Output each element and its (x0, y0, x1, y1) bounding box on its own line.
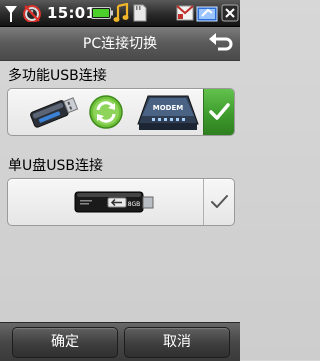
option-label-multifunction-usb: 多功能USB连接 (8, 68, 107, 84)
checkmark-icon (211, 195, 228, 208)
title-bar: PC连接切换 (0, 27, 240, 61)
option-multifunction-usb[interactable]: MODEM (7, 88, 235, 136)
page-title: PC连接切换 (82, 36, 158, 52)
cancel-button[interactable]: 取消 (124, 327, 230, 358)
usb-disk-icon: 8GB (74, 191, 154, 213)
back-arrow-icon (209, 33, 233, 51)
alarm-off-icon (23, 5, 41, 22)
status-time: 15:01 (47, 4, 97, 22)
selected-indicator (203, 89, 234, 135)
mail-icon (176, 5, 194, 21)
unselected-indicator (203, 179, 234, 225)
modem-label: MODEM (153, 104, 184, 112)
disk-capacity-label: 8GB (128, 201, 141, 208)
sd-card-icon (133, 4, 147, 22)
back-button[interactable] (207, 30, 235, 56)
usb-connection-icon (196, 6, 218, 22)
sync-icon (89, 95, 123, 129)
status-bar: 15:01 (0, 0, 240, 27)
bottom-bar: 确定 取消 (0, 322, 240, 361)
modem-icon: MODEM (137, 95, 199, 130)
option-single-udisk-usb[interactable]: 8GB (7, 178, 235, 226)
option-label-single-udisk-usb: 单U盘USB连接 (8, 158, 103, 174)
close-icon (221, 4, 239, 22)
music-note-icon (113, 3, 129, 22)
signal-icon (5, 6, 17, 22)
battery-icon (91, 7, 113, 19)
usb-drive-icon (30, 97, 79, 128)
ok-button[interactable]: 确定 (12, 327, 118, 358)
checkmark-icon (209, 103, 230, 120)
